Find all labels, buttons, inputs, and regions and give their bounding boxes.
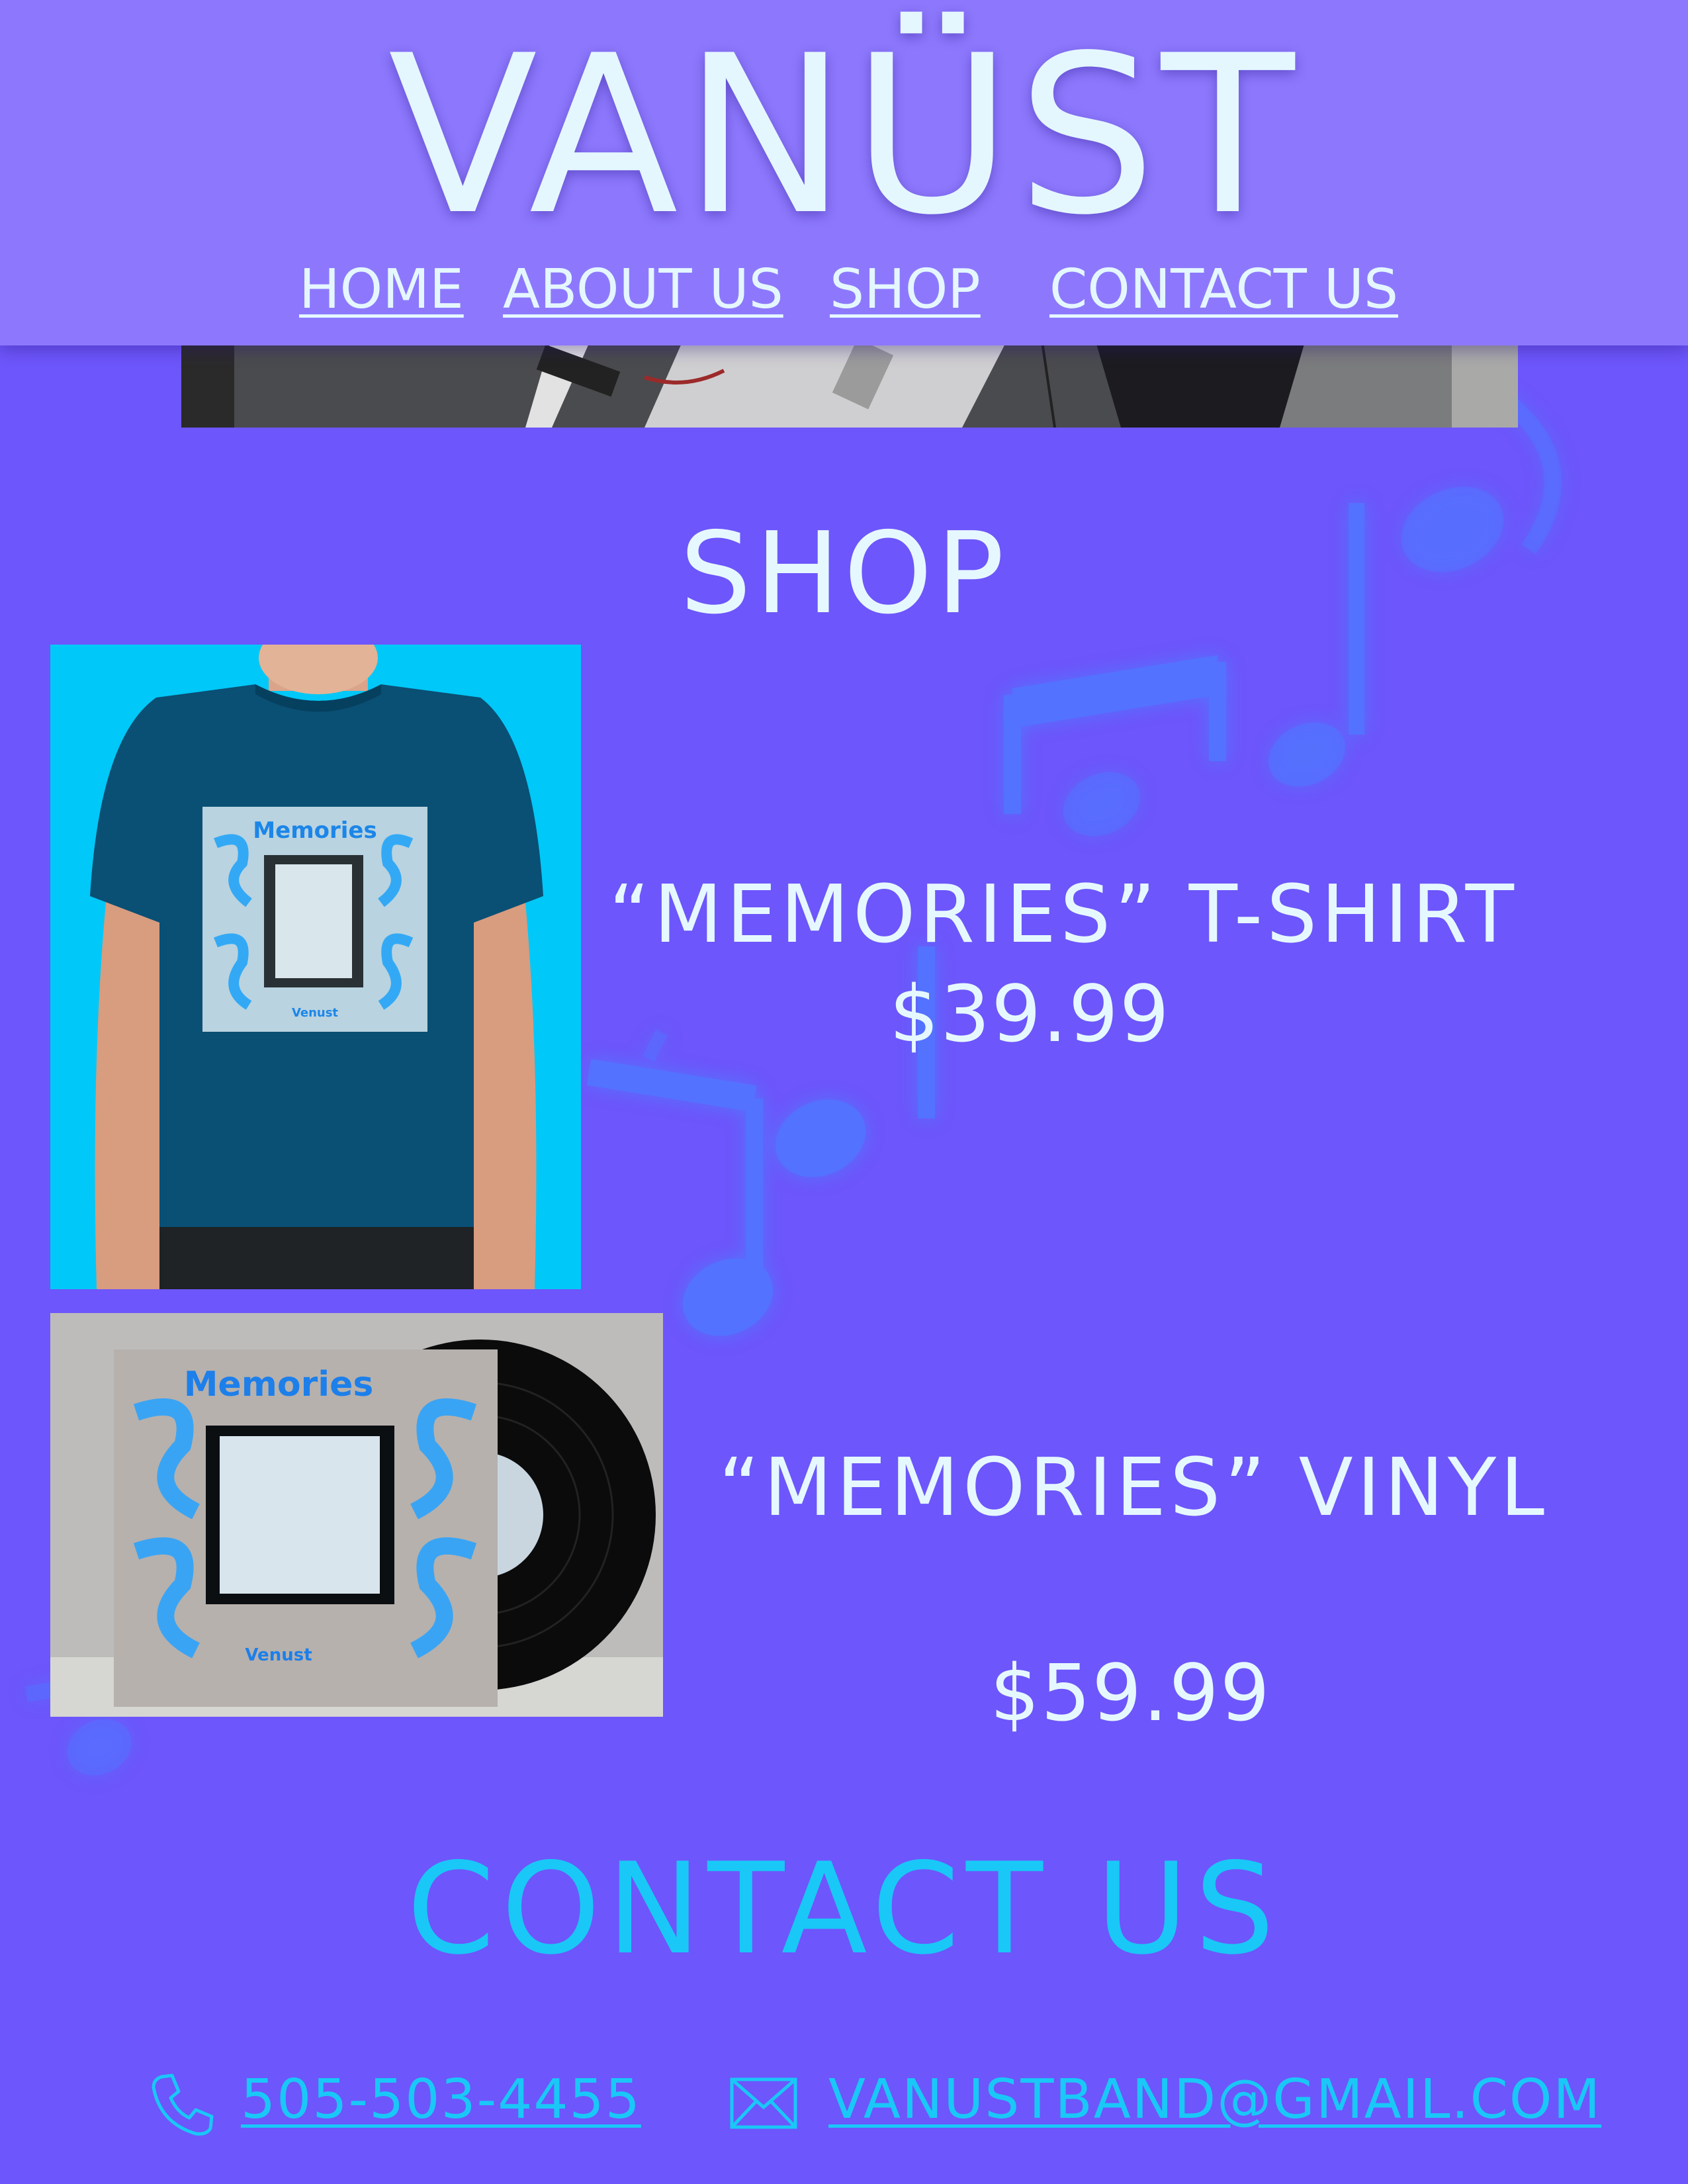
nav-contact-link[interactable]: CONTACT US xyxy=(1049,258,1398,322)
tshirt-print-title: Memories xyxy=(253,817,377,844)
contact-title: CONTACT US xyxy=(406,1836,1282,1982)
nav-shop-link[interactable]: SHOP xyxy=(830,258,981,322)
hero-banner-photo xyxy=(181,338,1518,428)
mail-icon xyxy=(730,2077,797,2129)
vinyl-product-price: $59.99 xyxy=(990,1647,1271,1739)
tshirt-product-price: $39.99 xyxy=(889,968,1171,1060)
vinyl-product-image[interactable]: Memories Venust xyxy=(50,1313,663,1717)
phone-link[interactable]: 505-503-4455 xyxy=(241,2068,641,2132)
tshirt-product-name[interactable]: “MEMORIES” T-SHIRT xyxy=(609,872,1518,958)
tshirt-print-artist: Venust xyxy=(292,1006,338,1020)
tshirt-product-image[interactable]: Memories Venust xyxy=(50,645,581,1289)
nav-home-link[interactable]: HOME xyxy=(299,258,464,322)
nav-about-link[interactable]: ABOUT US xyxy=(503,258,783,322)
shop-title: SHOP xyxy=(680,508,1008,639)
site-header: VANÜST HOME ABOUT US SHOP CONTACT US xyxy=(0,0,1688,345)
brand-logo[interactable]: VANÜST xyxy=(0,26,1688,245)
vinyl-product-name[interactable]: “MEMORIES” VINYL xyxy=(719,1445,1548,1531)
phone-icon xyxy=(152,2073,214,2136)
vinyl-cover-artist: Venust xyxy=(245,1645,312,1665)
vinyl-cover-title: Memories xyxy=(184,1365,374,1404)
email-link[interactable]: VANUSTBAND@GMAIL.COM xyxy=(828,2068,1601,2132)
